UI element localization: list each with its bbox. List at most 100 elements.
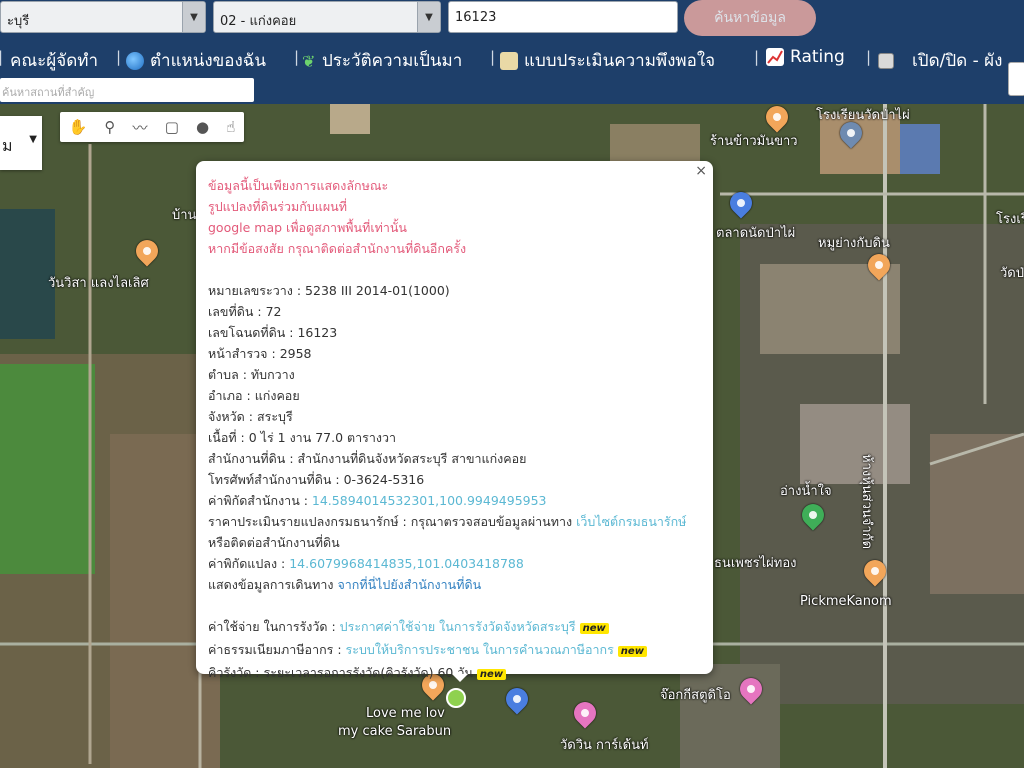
parcel-field-row: จังหวัด : สระบุรี [208,406,701,427]
place-label: หมูย่างกับดิน [818,236,890,251]
parcel-field-row: หน้าสำรวจ : 2958 [208,343,701,364]
parcel-field-row: ตำบล : ทับกวาง [208,364,701,385]
field-label: ราคาประเมินรายแปลงกรมธนารักษ์ : กรุณาตรว… [208,514,577,529]
fee-row: ค่าธรรมเนียมภาษีอากร : ระบบให้บริการประช… [208,639,701,662]
place-label: โรงเรียน [996,212,1024,227]
place-label: ตลาดนัดป่าไผ่ [716,226,796,241]
parcel-info-popup: × ข้อมูลนี้เป็นเพียงการแสดงลักษณะ รูปแปล… [196,161,713,680]
field-separator: : [331,472,344,487]
close-icon[interactable]: × [695,161,707,182]
field-label: เนื้อที่ [208,430,237,445]
menu-item-team[interactable]: คณะผู้จัดทำ [10,47,98,74]
field-separator: : [267,346,280,361]
field-separator: : [244,409,257,424]
menu-item-label: Rating [790,47,845,67]
treasury-website-link[interactable]: เว็บไซต์กรมธนารักษ์ [576,514,686,529]
fee-link[interactable]: ระบบให้บริการประชาชน ในการคำนวณภาษีอากร [346,642,614,657]
province-select[interactable]: ะบุรี ▼ [0,1,206,33]
field-label: หมายเลขระวาง [208,283,293,298]
field-value: 72 [265,304,282,319]
marker-icon[interactable]: ⚲ [104,118,115,136]
parcel-field-row: เลขโฉนดที่ดิน : 16123 [208,322,701,343]
place-label: Love me lov [366,706,445,721]
field-value: แก่งคอย [254,388,300,403]
menu-item-label: แบบประเมินความพึงพอใจ [524,51,716,71]
checkbox-icon[interactable] [878,52,894,69]
menu-item-history[interactable]: ❦ ประวัติความเป็นมา [302,47,462,74]
side-panel-toggle[interactable] [1008,62,1024,96]
parcel-number-input[interactable]: 16123 [448,1,678,33]
parcel-location-marker[interactable] [446,688,466,708]
field-separator: : [238,367,251,382]
hand-icon[interactable]: ✋ [69,118,88,136]
drawing-toolbar: ✋ ⚲ 〰 ▢ ● ☝ [60,112,244,142]
field-label: หน้าสำรวจ [208,346,268,361]
menu-bar: | คณะผู้จัดทำ | ตำแหน่งของฉัน | ❦ ประวัต… [0,38,1024,78]
circle-icon[interactable]: ● [196,118,209,136]
menu-item-label: ตำแหน่งของฉัน [150,51,267,71]
place-label: จ๊อกกีสตูดิโอ [660,688,731,703]
parcel-field-row: เลขที่ดิน : 72 [208,301,701,322]
menu-item-label: คณะผู้จัดทำ [10,51,98,71]
menu-item-label: ประวัติความเป็นมา [322,51,463,71]
popup-tail [452,674,468,682]
menu-item-label: เปิด/ปิด - ผัง [912,51,1003,71]
field-value: 5238 III 2014-01(1000) [305,283,450,298]
field-value: ทับกวาง [250,367,295,382]
rectangle-icon[interactable]: ▢ [165,118,179,136]
field-label: แสดงข้อมูลการเดินทาง [208,577,338,592]
parcel-field-row: อำเภอ : แก่งคอย [208,385,701,406]
polyline-icon[interactable]: 〰 [133,117,148,138]
field-label: สำนักงานที่ดิน [208,451,286,466]
parcel-field-row: เนื้อที่ : 0 ไร่ 1 งาน 77.0 ตารางวา [208,427,701,448]
place-label: my cake Sarabun [338,724,452,739]
field-label: จังหวัด [208,409,245,424]
district-select[interactable]: 02 - แก่งคอย ▼ [213,1,441,33]
place-label: อ่างน้ำใจ [780,484,832,499]
appraisal-tail: หรือติดต่อสำนักงานที่ดิน [208,535,340,550]
sprout-icon: ❦ [302,51,316,71]
menu-separator: | [294,48,300,66]
new-badge: new [579,623,609,634]
office-coordinate: ค่าพิกัดสำนักงาน : 14.5894014532301,100.… [208,490,701,511]
appraisal-row: ราคาประเมินรายแปลงกรมธนารักษ์ : กรุณาตรว… [208,511,701,532]
parcel-number-value: 16123 [455,10,497,25]
chevron-down-icon[interactable]: ▼ [417,2,440,32]
place-label: โรงเรียนวัดป่าไผ่ [816,108,910,123]
top-search-bar: ะบุรี ▼ 02 - แก่งคอย ▼ 16123 ค้นหาข้อมูล [0,0,1024,38]
landmark-search-input[interactable]: ค้นหาสถานที่สำคัญ [0,78,254,102]
chevron-down-icon: ▼ [29,134,37,145]
menu-separator: | [490,48,496,66]
parcel-coordinate-link[interactable]: 14.6079968414835,101.0403418788 [289,556,524,571]
place-label: วัดป่ [1000,266,1024,281]
new-badge: new [476,669,507,680]
field-label: ตำบล [208,367,239,382]
search-button[interactable]: ค้นหาข้อมูล [684,0,816,36]
menu-item-my-location[interactable]: ตำแหน่งของฉัน [126,47,266,74]
field-label: ค่าธรรมเนียมภาษีอากร : [208,642,346,657]
menu-item-satisfaction-survey[interactable]: แบบประเมินความพึงพอใจ [500,47,715,74]
map-type-select[interactable]: ม ▼ [0,116,42,170]
menu-separator: | [866,48,872,66]
menu-item-toggle-plan[interactable]: เปิด/ปิด - ผัง [878,47,1002,74]
place-label: วัดวิน การ์เด้นท์ [560,738,649,753]
menu-item-rating[interactable]: Rating [766,47,845,67]
chevron-down-icon[interactable]: ▼ [182,2,205,32]
parcel-coordinate: ค่าพิกัดแปลง : 14.6079968414835,101.0403… [208,553,701,574]
field-separator: : [242,388,255,403]
route-link[interactable]: จากที่นี่ไปยังสำนักงานที่ดิน [337,577,481,592]
field-value: 0 ไร่ 1 งาน 77.0 ตารางวา [248,430,397,445]
parcel-fields: หมายเลขระวาง : 5238 III 2014-01(1000) เลข… [208,280,701,490]
menu-separator: | [0,48,4,66]
field-value: 0-3624-5316 [343,472,425,487]
survey-cost-link[interactable]: ประกาศค่าใช้จ่าย ในการรังวัดจังหวัดสระบุ… [340,619,576,634]
hand-pointer-icon[interactable]: ☝ [226,118,235,136]
route-row: แสดงข้อมูลการเดินทาง จากที่นี่ไปยังสำนัก… [208,574,701,595]
office-coordinate-link[interactable]: 14.5894014532301,100.9949495953 [312,493,547,508]
parcel-field-row: หมายเลขระวาง : 5238 III 2014-01(1000) [208,280,701,301]
menu-separator: | [754,48,760,66]
sub-bar: ค้นหาสถานที่สำคัญ [0,78,1024,104]
field-separator: : [292,283,306,298]
parcel-field-row: โทรศัพท์สำนักงานที่ดิน : 0-3624-5316 [208,469,701,490]
new-badge: new [617,646,647,657]
